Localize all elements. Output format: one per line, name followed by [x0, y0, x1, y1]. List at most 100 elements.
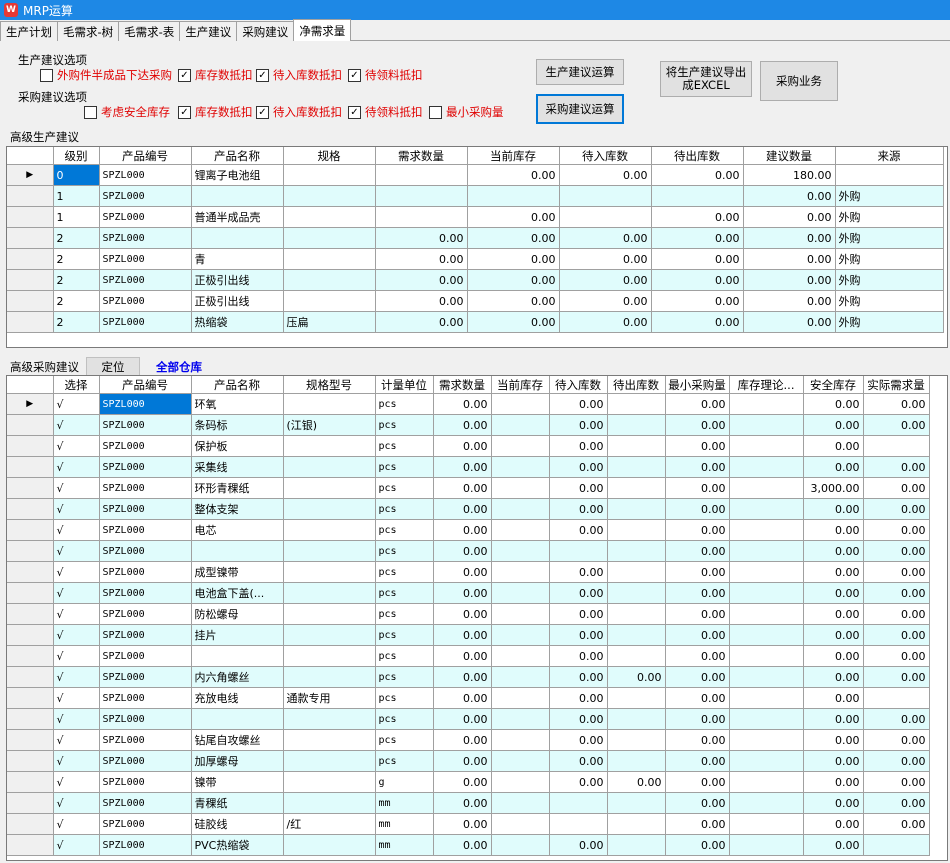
- table-cell[interactable]: 1: [53, 206, 100, 228]
- table-cell[interactable]: 0.00: [549, 645, 608, 667]
- table-cell[interactable]: √: [53, 561, 100, 583]
- table-cell[interactable]: 0.00: [743, 185, 836, 207]
- row-header[interactable]: [7, 206, 54, 228]
- table-row[interactable]: √ SPZL000 成型镍带 pcs 0.00 0.00 0.00 0.00 0.00: [7, 561, 930, 583]
- table-cell[interactable]: 0.00: [803, 750, 864, 772]
- table-cell[interactable]: SPZL000: [99, 540, 192, 562]
- table-cell[interactable]: [491, 519, 550, 541]
- table-cell[interactable]: [283, 290, 376, 312]
- table-cell[interactable]: mm: [375, 792, 434, 814]
- table-cell[interactable]: [283, 624, 376, 646]
- table-cell[interactable]: [607, 792, 666, 814]
- table-cell[interactable]: 0.00: [743, 227, 836, 249]
- table-cell[interactable]: 0.00: [549, 750, 608, 772]
- table-row[interactable]: √ SPZL000 电芯 pcs 0.00 0.00 0.00 0.00 0.00: [7, 519, 930, 541]
- table-cell[interactable]: 挂片: [191, 624, 284, 646]
- table-cell[interactable]: [729, 582, 804, 604]
- table-cell[interactable]: 0.00: [863, 540, 930, 562]
- checkbox-box[interactable]: [40, 68, 53, 82]
- row-header[interactable]: [7, 311, 54, 333]
- table-cell[interactable]: 0.00: [433, 603, 492, 625]
- column-header[interactable]: 待入库数: [549, 376, 608, 394]
- table-cell[interactable]: 0.00: [803, 708, 864, 730]
- table-cell[interactable]: 环形青稞纸: [191, 477, 284, 499]
- table-cell[interactable]: [729, 456, 804, 478]
- table-cell[interactable]: 0.00: [549, 477, 608, 499]
- table-cell[interactable]: pcs: [375, 645, 434, 667]
- table-cell[interactable]: 0.00: [863, 414, 930, 436]
- table-cell[interactable]: 钻尾自攻螺丝: [191, 729, 284, 751]
- table-cell[interactable]: [863, 435, 930, 457]
- check-mark-icon[interactable]: ✓: [256, 68, 269, 82]
- table-cell[interactable]: 0.00: [433, 393, 492, 415]
- table-cell[interactable]: 0.00: [559, 164, 652, 186]
- table-cell[interactable]: [467, 185, 560, 207]
- checkbox-purch-incoming-deduct[interactable]: ✓ 待入库数抵扣: [256, 104, 342, 120]
- tab-production-plan[interactable]: 生产计划: [0, 21, 58, 41]
- table-cell[interactable]: [729, 645, 804, 667]
- row-header[interactable]: [7, 666, 54, 688]
- table-cell[interactable]: pcs: [375, 603, 434, 625]
- table-cell[interactable]: 外购: [835, 206, 944, 228]
- table-cell[interactable]: SPZL000: [99, 645, 192, 667]
- column-header[interactable]: 当前库存: [467, 147, 560, 165]
- checkbox-prod-stock-deduct[interactable]: ✓ 库存数抵扣: [178, 67, 253, 83]
- table-cell[interactable]: SPZL000: [99, 164, 192, 186]
- checkbox-safety-stock[interactable]: 考虑安全库存: [84, 104, 170, 120]
- table-cell[interactable]: 0.00: [549, 687, 608, 709]
- table-cell[interactable]: SPZL000: [99, 227, 192, 249]
- column-header[interactable]: 最小采购量: [665, 376, 730, 394]
- table-cell[interactable]: pcs: [375, 750, 434, 772]
- column-header[interactable]: 规格型号: [283, 376, 376, 394]
- row-header[interactable]: [7, 834, 54, 856]
- table-cell[interactable]: 0.00: [803, 645, 864, 667]
- table-cell[interactable]: 0.00: [743, 206, 836, 228]
- table-cell[interactable]: [491, 624, 550, 646]
- table-cell[interactable]: 0.00: [433, 561, 492, 583]
- checkbox-min-purchase[interactable]: 最小采购量: [429, 104, 504, 120]
- table-cell[interactable]: √: [53, 792, 100, 814]
- table-cell[interactable]: [729, 624, 804, 646]
- table-cell[interactable]: √: [53, 603, 100, 625]
- table-row[interactable]: √ SPZL000 加厚螺母 pcs 0.00 0.00 0.00 0.00 0.00: [7, 750, 930, 772]
- tab-production-advice[interactable]: 生产建议: [179, 21, 238, 41]
- row-header[interactable]: [7, 561, 54, 583]
- table-cell[interactable]: pcs: [375, 498, 434, 520]
- table-cell[interactable]: [607, 519, 666, 541]
- table-cell[interactable]: [283, 729, 376, 751]
- table-cell[interactable]: pcs: [375, 582, 434, 604]
- table-cell[interactable]: 0.00: [665, 771, 730, 793]
- table-cell[interactable]: 0.00: [549, 624, 608, 646]
- table-cell[interactable]: 0.00: [433, 477, 492, 499]
- table-cell[interactable]: 0.00: [549, 708, 608, 730]
- table-cell[interactable]: √: [53, 687, 100, 709]
- table-cell[interactable]: 0.00: [433, 540, 492, 562]
- table-cell[interactable]: 0.00: [743, 248, 836, 270]
- table-cell[interactable]: 外购: [835, 290, 944, 312]
- table-cell[interactable]: [191, 708, 284, 730]
- table-cell[interactable]: 2: [53, 311, 100, 333]
- table-cell[interactable]: 0.00: [665, 414, 730, 436]
- row-header[interactable]: [7, 750, 54, 772]
- table-cell[interactable]: 0.00: [803, 666, 864, 688]
- column-header[interactable]: 实际需求量: [863, 376, 930, 394]
- table-cell[interactable]: [729, 687, 804, 709]
- table-cell[interactable]: /红: [283, 813, 376, 835]
- table-cell[interactable]: 条码标: [191, 414, 284, 436]
- table-cell[interactable]: 0.00: [665, 498, 730, 520]
- table-cell[interactable]: 0.00: [559, 227, 652, 249]
- table-cell[interactable]: SPZL000: [99, 771, 192, 793]
- table-cell[interactable]: 0.00: [433, 750, 492, 772]
- table-cell[interactable]: SPZL000: [99, 414, 192, 436]
- checkbox-purch-pick-deduct[interactable]: ✓ 待领料抵扣: [348, 104, 423, 120]
- table-cell[interactable]: 0.00: [863, 456, 930, 478]
- table-cell[interactable]: 0.00: [549, 393, 608, 415]
- table-cell[interactable]: √: [53, 540, 100, 562]
- table-cell[interactable]: 0.00: [433, 666, 492, 688]
- column-header[interactable]: 产品编号: [99, 376, 192, 394]
- table-cell[interactable]: 0.00: [375, 269, 468, 291]
- table-cell[interactable]: 电芯: [191, 519, 284, 541]
- table-cell[interactable]: 保护板: [191, 435, 284, 457]
- table-cell[interactable]: SPZL000: [99, 311, 192, 333]
- table-cell[interactable]: [375, 185, 468, 207]
